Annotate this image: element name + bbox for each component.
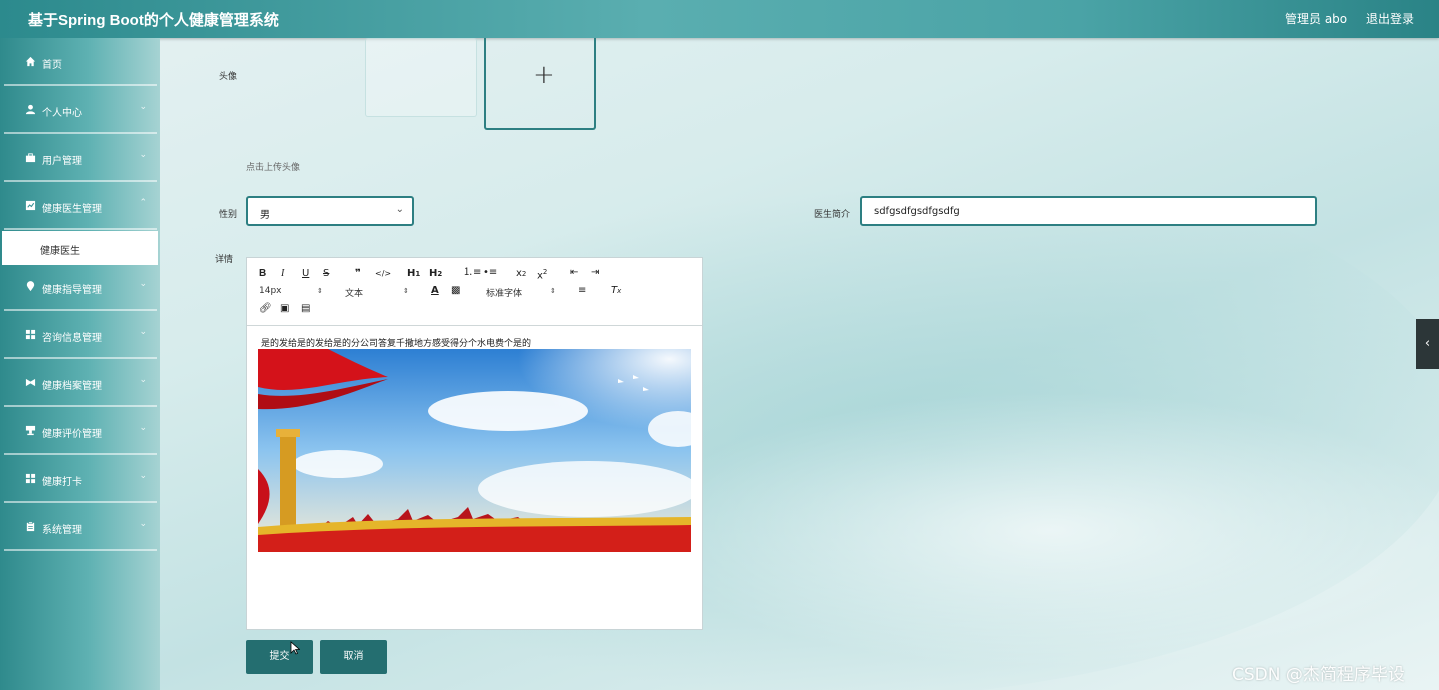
sidebar-item-label: 健康打卡 xyxy=(42,477,82,488)
sidebar: 首页 个人中心 ⌄ 用户管理 ⌄ 健康医生管理 ⌃ 健康医生 健康指导管理 ⌄ xyxy=(0,38,160,690)
sidebar-item-system-management[interactable]: 系统管理 ⌄ xyxy=(4,505,157,551)
sidebar-subitem-doctor[interactable]: 健康医生 xyxy=(2,231,158,265)
sidebar-subitem-label: 健康医生 xyxy=(40,246,80,257)
chevron-down-icon: ⌄ xyxy=(139,102,147,112)
avatar-upload-tip: 点击上传头像 xyxy=(246,163,301,173)
top-navbar: 基于Spring Boot的个人健康管理系统 管理员 abo 退出登录 xyxy=(0,0,1439,38)
sidebar-item-label: 咨询信息管理 xyxy=(42,333,102,344)
chevron-down-icon: ⌄ xyxy=(139,150,147,160)
text-color-icon[interactable]: A xyxy=(431,285,439,297)
updown-icon: ⇕ xyxy=(403,287,409,295)
plus-icon: + xyxy=(533,60,555,90)
intro-label: 医生简介 xyxy=(814,210,851,220)
briefcase-icon xyxy=(24,152,36,164)
sidebar-item-consultation-management[interactable]: 咨询信息管理 ⌄ xyxy=(4,313,157,359)
superscript-icon[interactable]: x2 xyxy=(537,266,547,282)
app-title: 基于Spring Boot的个人健康管理系统 xyxy=(28,12,279,29)
avatar-upload-button[interactable]: + xyxy=(484,38,596,130)
mouse-cursor-icon xyxy=(290,641,300,655)
link-icon[interactable]: 🔗︎ xyxy=(259,303,272,315)
chart-icon xyxy=(24,200,36,212)
home-icon xyxy=(24,56,36,68)
rich-text-editor: B I U S ❞ </> H1 H2 ⒈≡ •≡ x2 x2 ⇤ ⇥ 14px… xyxy=(246,257,703,630)
sidebar-item-evaluation-management[interactable]: 健康评价管理 ⌄ xyxy=(4,409,157,455)
ordered-list-icon[interactable]: ⒈≡ xyxy=(463,267,481,279)
video-icon[interactable]: ▤ xyxy=(301,303,310,315)
chevron-down-icon: ⌄ xyxy=(139,279,147,289)
submit-button[interactable]: 提交 xyxy=(246,640,313,674)
heading2-icon[interactable]: H2 xyxy=(429,268,442,280)
font-size-picker[interactable]: 14px ⇕ xyxy=(259,286,327,298)
italic-button[interactable]: I xyxy=(281,268,284,280)
sidebar-item-archive-management[interactable]: 健康档案管理 ⌄ xyxy=(4,361,157,407)
chevron-down-icon: ⌄ xyxy=(139,375,147,385)
chevron-up-icon: ⌃ xyxy=(139,198,147,208)
clipboard-icon xyxy=(24,521,36,533)
cup-icon xyxy=(24,425,36,437)
sidebar-item-label: 系统管理 xyxy=(42,525,82,536)
sidebar-item-label: 健康评价管理 xyxy=(42,429,102,440)
sidebar-item-health-checkin[interactable]: 健康打卡 ⌄ xyxy=(4,457,157,503)
font-size-value: 14px xyxy=(259,286,282,296)
bullet-list-icon[interactable]: •≡ xyxy=(483,267,497,279)
avatar-preview xyxy=(365,38,477,117)
chevron-left-icon: ‹ xyxy=(1424,336,1431,351)
sidebar-item-label: 个人中心 xyxy=(42,108,82,119)
chevron-down-icon: ⌄ xyxy=(139,327,147,337)
heading-value: 文本 xyxy=(345,289,364,299)
subscript-icon[interactable]: x2 xyxy=(516,268,526,280)
gender-select-value: 男 xyxy=(260,210,270,221)
chevron-down-icon: ⌄ xyxy=(139,423,147,433)
underline-button[interactable]: U xyxy=(302,268,309,280)
chevron-down-icon: ⌄ xyxy=(395,204,404,215)
sidebar-item-label: 健康指导管理 xyxy=(42,285,102,296)
gender-label: 性别 xyxy=(219,210,238,220)
font-family-value: 标准字体 xyxy=(486,289,523,299)
image-icon[interactable]: ▣ xyxy=(280,303,289,315)
heading1-icon[interactable]: H1 xyxy=(407,268,420,280)
bold-button[interactable]: B xyxy=(259,268,266,280)
blockquote-icon[interactable]: ❞ xyxy=(355,268,361,280)
updown-icon: ⇕ xyxy=(317,287,323,295)
embedded-image xyxy=(258,349,691,552)
sidebar-item-user-management[interactable]: 用户管理 ⌄ xyxy=(4,136,157,182)
strike-button[interactable]: S xyxy=(323,268,329,280)
bowtie-icon xyxy=(24,377,36,389)
heading-picker[interactable]: 文本 ⇕ xyxy=(345,286,413,299)
cancel-button[interactable]: 取消 xyxy=(320,640,387,674)
sidebar-item-label: 用户管理 xyxy=(42,156,82,167)
background-color-icon[interactable]: ▩ xyxy=(451,285,460,297)
user-icon xyxy=(24,104,36,116)
clear-format-icon[interactable]: Tx xyxy=(611,285,621,297)
sidebar-item-label: 健康档案管理 xyxy=(42,381,102,392)
sidebar-item-home[interactable]: 首页 xyxy=(4,40,157,86)
code-block-icon[interactable]: </> xyxy=(375,268,391,280)
grid-icon xyxy=(24,329,36,341)
detail-label: 详情 xyxy=(215,255,234,265)
grid-icon xyxy=(24,473,36,485)
sidebar-item-personal-center[interactable]: 个人中心 ⌄ xyxy=(4,88,157,134)
updown-icon: ⇕ xyxy=(550,287,556,295)
sidebar-item-doctor-management[interactable]: 健康医生管理 ⌃ xyxy=(4,184,157,230)
logout-link[interactable]: 退出登录 xyxy=(1366,10,1414,27)
avatar-label: 头像 xyxy=(219,72,238,82)
sidebar-item-label: 首页 xyxy=(42,60,62,71)
gender-select[interactable]: 男 ⌄ xyxy=(246,196,414,226)
outdent-icon[interactable]: ⇤ xyxy=(570,267,578,279)
sidebar-item-label: 健康医生管理 xyxy=(42,204,102,215)
font-family-picker[interactable]: 标准字体 ⇕ xyxy=(486,286,558,299)
indent-icon[interactable]: ⇥ xyxy=(591,267,599,279)
editor-toolbar: B I U S ❞ </> H1 H2 ⒈≡ •≡ x2 x2 ⇤ ⇥ 14px… xyxy=(247,258,702,326)
current-user: 管理员 abo xyxy=(1285,12,1348,26)
sidebar-item-guidance-management[interactable]: 健康指导管理 ⌄ xyxy=(4,265,157,311)
watermark: CSDN @杰简程序毕设 xyxy=(1232,665,1405,685)
location-icon xyxy=(24,281,36,293)
side-panel-toggle[interactable]: ‹ xyxy=(1416,319,1439,369)
editor-content-text: 是的发给是的发给是的分公司答复千撒地方感受得分个水电费个是的 xyxy=(261,339,532,349)
intro-input[interactable] xyxy=(860,196,1317,226)
align-icon[interactable]: ≡ xyxy=(578,285,586,297)
editor-content[interactable]: 是的发给是的发给是的分公司答复千撒地方感受得分个水电费个是的 xyxy=(247,326,702,629)
chevron-down-icon: ⌄ xyxy=(139,519,147,529)
chevron-down-icon: ⌄ xyxy=(139,471,147,481)
